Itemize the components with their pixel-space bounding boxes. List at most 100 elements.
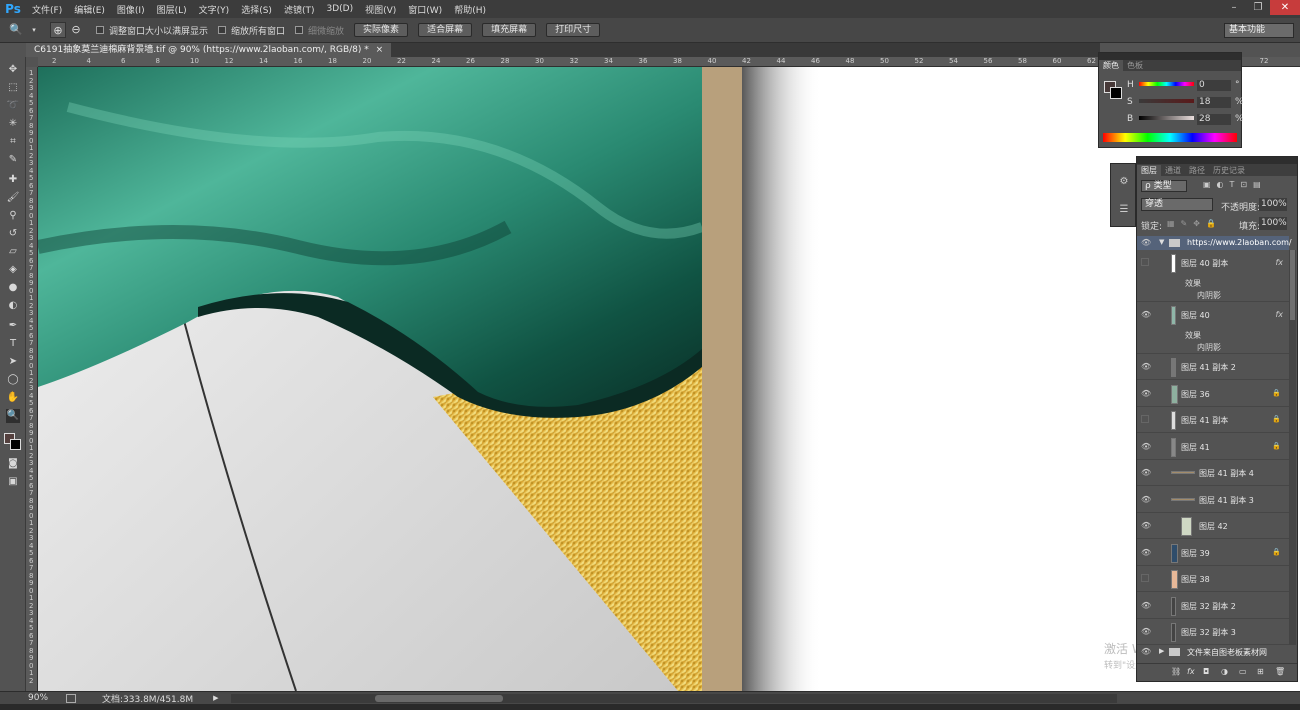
filter-icons[interactable]: ▣◐T⊡▤ bbox=[1203, 180, 1267, 189]
effects-label[interactable]: 效果 bbox=[1185, 330, 1201, 341]
layer-row[interactable]: 👁 图层 32 副本 3 bbox=[1137, 619, 1289, 645]
lasso-tool-icon[interactable]: ➰ bbox=[6, 99, 20, 113]
tab-paths[interactable]: 路径 bbox=[1185, 165, 1209, 176]
eye-icon[interactable]: 👁 bbox=[1141, 468, 1151, 478]
adjustments-icon[interactable]: ⚙ bbox=[1117, 176, 1131, 190]
fit-screen-button[interactable]: 适合屏幕 bbox=[418, 23, 473, 37]
layer-group-row[interactable]: 👁 ▼ https://www.2laoban.com/ bbox=[1137, 236, 1292, 250]
eraser-tool-icon[interactable]: ▱ bbox=[6, 245, 20, 259]
restore-button[interactable]: ❐ bbox=[1246, 0, 1270, 15]
layer-row[interactable]: 图层 41 副本 🔒 bbox=[1137, 407, 1289, 433]
blend-mode-select[interactable]: 穿透 bbox=[1141, 198, 1213, 211]
fx-icon[interactable]: fx bbox=[1275, 258, 1283, 267]
paint-bucket-icon[interactable]: ◈ bbox=[6, 263, 20, 277]
h-input[interactable]: 0 bbox=[1197, 80, 1231, 91]
s-input[interactable]: 18 bbox=[1197, 97, 1231, 108]
layer-row[interactable]: 图层 38 bbox=[1137, 566, 1289, 592]
visibility-off-box[interactable] bbox=[1141, 574, 1149, 582]
menu-layer[interactable]: 图层(L) bbox=[151, 3, 193, 16]
new-adjustment-icon[interactable]: ◑ bbox=[1221, 667, 1228, 676]
delete-layer-icon[interactable]: 🗑 bbox=[1275, 667, 1285, 676]
menu-image[interactable]: 图像(I) bbox=[111, 3, 151, 16]
layer-row[interactable]: 👁 图层 41 副本 2 bbox=[1137, 354, 1289, 380]
saturation-slider[interactable] bbox=[1139, 99, 1194, 103]
zoom-out-icon[interactable]: ⊖ bbox=[68, 22, 84, 38]
scrollbar-thumb[interactable] bbox=[1290, 250, 1295, 320]
eye-icon[interactable]: 👁 bbox=[1141, 362, 1151, 372]
lock-icons[interactable]: ▦✎✥🔒 bbox=[1167, 219, 1222, 228]
healing-brush-icon[interactable]: ✚ bbox=[6, 173, 20, 187]
new-layer-icon[interactable]: ⊞ bbox=[1257, 667, 1264, 676]
horizontal-scrollbar[interactable] bbox=[230, 693, 1117, 703]
layer-row[interactable]: 👁 图层 32 副本 2 bbox=[1137, 593, 1289, 619]
layer-group-row[interactable]: 👁 ▶ 文件来自图老板素材网 bbox=[1137, 645, 1289, 659]
menu-select[interactable]: 选择(S) bbox=[235, 3, 278, 16]
eye-icon[interactable]: 👁 bbox=[1141, 389, 1151, 399]
document-canvas[interactable] bbox=[38, 67, 1300, 691]
filter-kind-select[interactable]: ρ 类型 bbox=[1141, 180, 1187, 192]
menu-help[interactable]: 帮助(H) bbox=[448, 3, 492, 16]
status-info-icon[interactable] bbox=[66, 693, 76, 703]
properties-icon[interactable]: ☰ bbox=[1117, 204, 1131, 218]
quick-mask-icon[interactable]: ◙ bbox=[6, 457, 20, 471]
visibility-off-box[interactable] bbox=[1141, 415, 1149, 423]
marquee-tool-icon[interactable]: ⬚ bbox=[6, 81, 20, 95]
menu-view[interactable]: 视图(V) bbox=[359, 3, 402, 16]
minimize-button[interactable]: – bbox=[1222, 0, 1246, 15]
move-tool-icon[interactable]: ✥ bbox=[6, 63, 20, 77]
blur-tool-icon[interactable]: ● bbox=[6, 281, 20, 295]
menu-3d[interactable]: 3D(D) bbox=[320, 4, 359, 14]
menu-window[interactable]: 窗口(W) bbox=[402, 3, 448, 16]
brightness-slider[interactable] bbox=[1139, 116, 1194, 120]
brush-tool-icon[interactable]: 🖌 bbox=[6, 191, 20, 205]
chevron-down-icon[interactable]: ▼ bbox=[1159, 238, 1164, 246]
menu-file[interactable]: 文件(F) bbox=[26, 3, 68, 16]
pen-tool-icon[interactable]: ✒ bbox=[6, 319, 20, 333]
background-color-swatch[interactable] bbox=[10, 439, 21, 450]
tab-channels[interactable]: 通道 bbox=[1161, 165, 1185, 176]
menu-filter[interactable]: 滤镜(T) bbox=[278, 3, 321, 16]
magic-wand-icon[interactable]: ✳ bbox=[6, 117, 20, 131]
layer-row[interactable]: 👁 图层 42 bbox=[1137, 513, 1289, 539]
fill-screen-button[interactable]: 填充屏幕 bbox=[482, 23, 537, 37]
scrollbar-thumb[interactable] bbox=[374, 694, 503, 702]
layer-row[interactable]: 👁 图层 41 副本 3 bbox=[1137, 487, 1289, 513]
zoom-tool-icon[interactable]: 🔍 bbox=[8, 22, 24, 38]
actual-pixels-button[interactable]: 实际像素 bbox=[354, 23, 409, 37]
zoom-all-checkbox[interactable]: 缩放所有窗口 bbox=[218, 24, 285, 37]
eye-icon[interactable]: 👁 bbox=[1141, 442, 1151, 452]
tab-color[interactable]: 颜色 bbox=[1099, 60, 1123, 71]
eyedropper-icon[interactable]: ✎ bbox=[6, 153, 20, 167]
hue-slider[interactable] bbox=[1139, 82, 1194, 86]
tab-history[interactable]: 历史记录 bbox=[1209, 165, 1249, 176]
layer-row[interactable]: 👁 图层 41 🔒 bbox=[1137, 434, 1289, 460]
panel-titlebar[interactable] bbox=[1099, 53, 1241, 60]
zoom-level[interactable]: 90% bbox=[28, 693, 58, 703]
add-style-icon[interactable]: fx bbox=[1187, 667, 1195, 676]
add-mask-icon[interactable]: ◘ bbox=[1203, 667, 1209, 676]
zoom-in-icon[interactable]: ⊕ bbox=[50, 22, 66, 38]
scrubby-zoom-checkbox[interactable]: 细微缩放 bbox=[295, 24, 344, 37]
zoom-tool-icon[interactable]: 🔍 bbox=[6, 409, 20, 423]
print-size-button[interactable]: 打印尺寸 bbox=[546, 23, 601, 37]
tab-layers[interactable]: 图层 bbox=[1137, 164, 1161, 176]
chevron-down-icon[interactable]: ▾ bbox=[26, 22, 42, 38]
layer-row[interactable]: 👁 图层 40 fx 效果 内阴影 bbox=[1137, 302, 1289, 354]
eye-icon[interactable]: 👁 bbox=[1141, 495, 1151, 505]
menu-type[interactable]: 文字(Y) bbox=[193, 3, 236, 16]
new-group-icon[interactable]: ▭ bbox=[1239, 667, 1247, 676]
eye-icon[interactable]: 👁 bbox=[1141, 548, 1151, 558]
menu-edit[interactable]: 编辑(E) bbox=[68, 3, 111, 16]
clone-stamp-icon[interactable]: ⚲ bbox=[6, 209, 20, 223]
status-menu-arrow[interactable]: ▶ bbox=[213, 694, 218, 702]
document-tab[interactable]: C6191抽象莫兰迪棉麻背景墙.tif @ 90% (https://www.2… bbox=[26, 43, 392, 57]
eye-icon[interactable]: 👁 bbox=[1141, 601, 1151, 611]
dodge-tool-icon[interactable]: ◐ bbox=[6, 299, 20, 313]
bg-color-chip[interactable] bbox=[1110, 87, 1122, 99]
chevron-right-icon[interactable]: ▶ bbox=[1159, 647, 1164, 655]
effects-label[interactable]: 效果 bbox=[1185, 278, 1201, 289]
panel-titlebar[interactable] bbox=[1137, 157, 1297, 164]
hand-tool-icon[interactable]: ✋ bbox=[6, 391, 20, 405]
b-input[interactable]: 28 bbox=[1197, 114, 1231, 125]
layer-row[interactable]: 👁 图层 36 🔒 bbox=[1137, 381, 1289, 407]
